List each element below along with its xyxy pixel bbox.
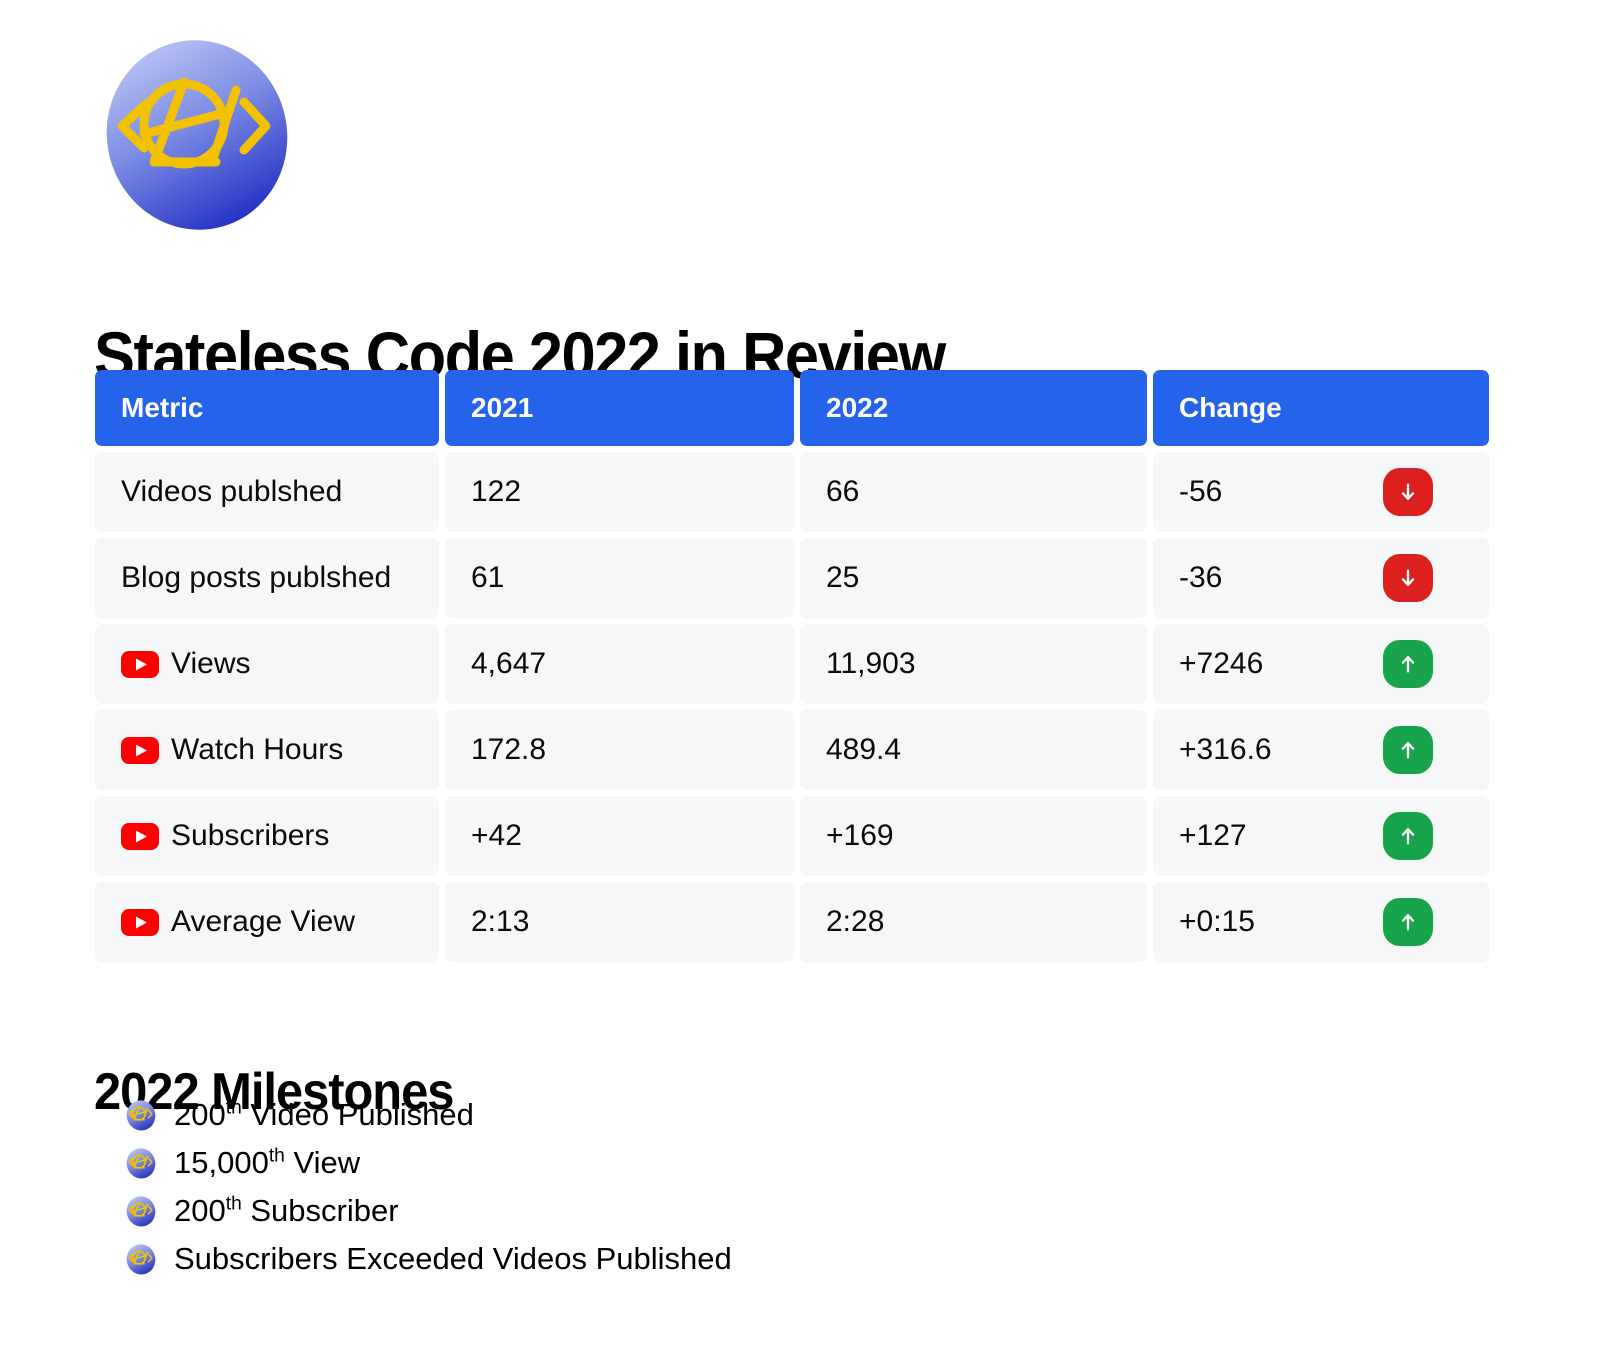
milestones-list: 200th Video Published 15,000th View 200t… <box>124 1098 732 1276</box>
stateless-code-bullet-icon <box>126 1147 156 1178</box>
metric-label: Views <box>171 647 251 680</box>
arrow-down-icon <box>1401 569 1415 587</box>
change-value: +0:15 <box>1179 905 1255 938</box>
arrow-up-icon <box>1401 741 1415 759</box>
change-value: +316.6 <box>1179 733 1272 766</box>
milestone-ordinal: th <box>268 1145 285 1167</box>
table-row: Blog posts publshed 61 25 -36 <box>95 538 1489 618</box>
change-value: -56 <box>1179 475 1223 508</box>
cell-change: +7246 <box>1153 624 1489 704</box>
table-row: Views 4,647 11,903 +7246 <box>95 624 1489 704</box>
change-value: +7246 <box>1179 647 1264 680</box>
cell-2022: 25 <box>800 538 1147 618</box>
cell-metric: Views <box>95 624 439 704</box>
stats-table: Metric 2021 2022 Change Videos publshed … <box>95 370 1489 962</box>
milestone-suffix: View <box>284 1145 361 1180</box>
milestone-suffix: Video Published <box>241 1097 474 1132</box>
status-badge-up <box>1383 726 1433 774</box>
metric-label: Blog posts publshed <box>121 561 392 594</box>
metric-label-wrap: Average View <box>121 905 355 939</box>
cell-2021: 61 <box>445 538 794 618</box>
status-badge-up <box>1383 898 1433 946</box>
milestone-suffix: Subscriber <box>241 1193 399 1228</box>
column-header-2021: 2021 <box>445 370 794 446</box>
cell-2022: 2:28 <box>800 882 1147 962</box>
metric-label-wrap: Subscribers <box>121 819 329 853</box>
cell-2022: 489.4 <box>800 710 1147 790</box>
arrow-up-icon <box>1401 827 1415 845</box>
column-header-change: Change <box>1153 370 1489 446</box>
list-item: 200th Video Published <box>124 1098 732 1132</box>
column-header-metric: Metric <box>95 370 439 446</box>
cell-metric: Blog posts publshed <box>95 538 439 618</box>
milestone-ordinal: th <box>225 1193 242 1215</box>
table-row: Average View 2:13 2:28 +0:15 <box>95 882 1489 962</box>
metric-label: Average View <box>171 905 356 938</box>
milestone-text: Subscribers Exceeded Videos Published <box>174 1242 732 1276</box>
change-value: -36 <box>1179 561 1223 594</box>
arrow-down-icon <box>1401 483 1415 501</box>
table-row: Subscribers +42 +169 +127 <box>95 796 1489 876</box>
milestone-number: 200 <box>174 1193 226 1228</box>
status-badge-up <box>1383 640 1433 688</box>
list-item: 15,000th View <box>124 1146 732 1180</box>
youtube-icon <box>121 736 159 764</box>
milestone-text: 15,000th View <box>174 1146 360 1180</box>
cell-2021: 122 <box>445 452 794 532</box>
status-badge-up <box>1383 812 1433 860</box>
stateless-code-anarchy-logo <box>104 38 290 233</box>
cell-metric: Watch Hours <box>95 710 439 790</box>
arrow-up-icon <box>1401 913 1415 931</box>
status-badge-down <box>1383 554 1433 602</box>
milestone-number: 15,000 <box>174 1145 269 1180</box>
change-value: +127 <box>1179 819 1247 852</box>
cell-2022: 66 <box>800 452 1147 532</box>
metric-label-wrap: Watch Hours <box>121 733 343 767</box>
stateless-code-bullet-icon <box>126 1195 156 1226</box>
cell-metric: Subscribers <box>95 796 439 876</box>
stateless-code-bullet-icon <box>126 1243 156 1274</box>
milestone-number: Subscribers Exceeded Videos Published <box>174 1241 732 1276</box>
youtube-icon <box>121 908 159 936</box>
youtube-icon <box>121 822 159 850</box>
table-header-row: Metric 2021 2022 Change <box>95 370 1489 446</box>
milestone-number: 200 <box>174 1097 226 1132</box>
list-item: 200th Subscriber <box>124 1194 732 1228</box>
status-badge-down <box>1383 468 1433 516</box>
review-infographic: Stateless Code 2022 in Review Metric 202… <box>0 0 1602 1365</box>
youtube-icon <box>121 650 159 678</box>
cell-change: +0:15 <box>1153 882 1489 962</box>
cell-change: -56 <box>1153 452 1489 532</box>
metric-label: Watch Hours <box>171 733 344 766</box>
cell-2021: 2:13 <box>445 882 794 962</box>
cell-change: -36 <box>1153 538 1489 618</box>
cell-2021: +42 <box>445 796 794 876</box>
milestone-ordinal: th <box>225 1097 242 1119</box>
cell-2021: 172.8 <box>445 710 794 790</box>
arrow-up-icon <box>1401 655 1415 673</box>
milestone-text: 200th Video Published <box>174 1098 474 1132</box>
column-header-2022: 2022 <box>800 370 1147 446</box>
milestone-text: 200th Subscriber <box>174 1194 399 1228</box>
table-row: Videos publshed 122 66 -56 <box>95 452 1489 532</box>
table-row: Watch Hours 172.8 489.4 +316.6 <box>95 710 1489 790</box>
cell-change: +127 <box>1153 796 1489 876</box>
metric-label: Subscribers <box>171 819 330 852</box>
metric-label-wrap: Views <box>121 647 250 681</box>
stateless-code-bullet-icon <box>126 1099 156 1130</box>
cell-metric: Videos publshed <box>95 452 439 532</box>
cell-2022: 11,903 <box>800 624 1147 704</box>
cell-2022: +169 <box>800 796 1147 876</box>
metric-label: Videos publshed <box>121 475 343 508</box>
list-item: Subscribers Exceeded Videos Published <box>124 1242 732 1276</box>
cell-2021: 4,647 <box>445 624 794 704</box>
cell-metric: Average View <box>95 882 439 962</box>
cell-change: +316.6 <box>1153 710 1489 790</box>
